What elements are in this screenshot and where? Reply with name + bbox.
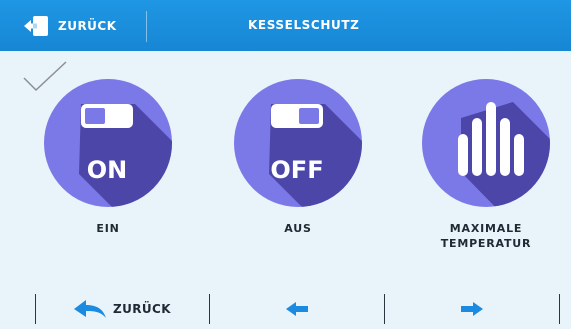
bottom-back-button[interactable]: ZURÜCK (35, 288, 209, 329)
switch-on-icon: ON (43, 78, 173, 208)
off-badge: OFF (270, 156, 323, 184)
bottom-back-label: ZURÜCK (113, 301, 171, 316)
temperature-bars-icon (421, 78, 551, 208)
page-title: KESSELSCHUTZ (248, 18, 360, 32)
tile-aus-caption: AUS (284, 222, 312, 235)
switch-off-icon: OFF (233, 78, 363, 208)
bottom-divider (559, 294, 560, 324)
header-back-button[interactable]: ZURÜCK (0, 0, 146, 51)
tile-maximale-temperatur[interactable]: MAXIMALE TEMPERATUR (421, 78, 551, 268)
caption-line-1: MAXIMALE (449, 222, 523, 235)
arrow-left-icon (285, 301, 308, 316)
on-badge: ON (87, 156, 128, 184)
arrow-right-icon (460, 301, 483, 316)
exit-door-icon (24, 15, 48, 36)
back-arrow-icon (74, 299, 107, 318)
header-divider (146, 11, 147, 42)
header-bar: ZURÜCK KESSELSCHUTZ (0, 0, 571, 51)
tile-ein[interactable]: ON EIN (43, 78, 173, 268)
previous-button[interactable] (209, 288, 384, 329)
bottom-nav-bar: ZURÜCK (0, 288, 571, 329)
tile-maximale-temperatur-caption: MAXIMALE TEMPERATUR (411, 221, 561, 251)
caption-line-2: TEMPERATUR (440, 237, 532, 250)
next-button[interactable] (384, 288, 559, 329)
tile-aus[interactable]: OFF AUS (233, 78, 363, 268)
header-back-label: ZURÜCK (58, 18, 117, 33)
tile-ein-caption: EIN (96, 222, 120, 235)
